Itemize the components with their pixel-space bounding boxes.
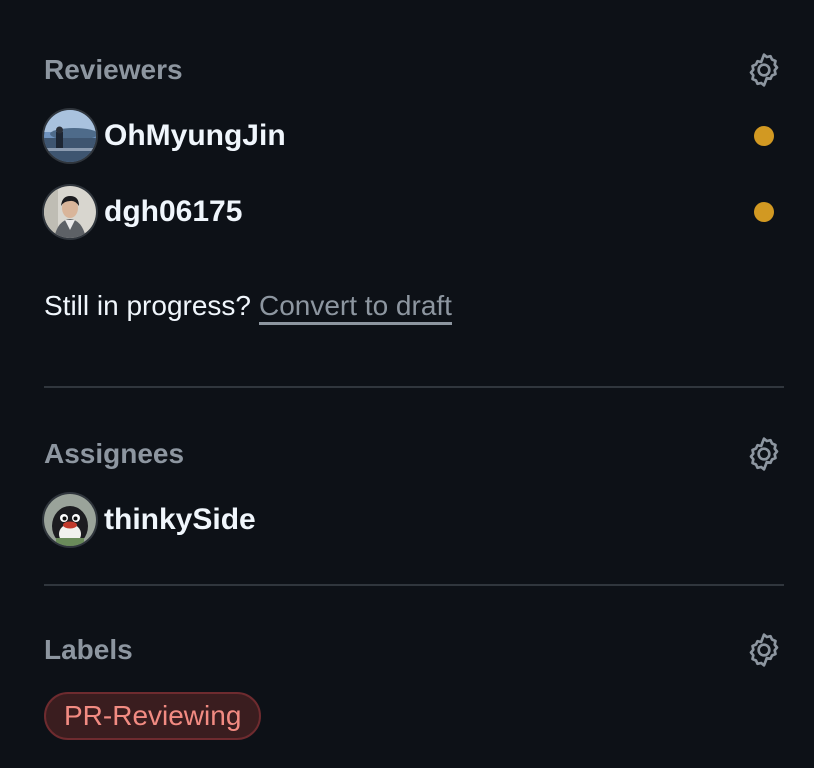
assignee-name[interactable]: thinkySide (104, 500, 256, 540)
convert-to-draft-link[interactable]: Convert to draft (258, 290, 452, 325)
draft-prompt-text: Still in progress? (44, 290, 251, 321)
label-pr-reviewing[interactable]: PR-Reviewing (44, 692, 262, 740)
labels-gear-icon[interactable] (744, 630, 784, 670)
assignee-row[interactable]: thinkySide (44, 493, 784, 547)
assignee-avatar (44, 494, 96, 546)
reviewer-row[interactable]: OhMyungJin (44, 109, 784, 163)
section-divider (44, 386, 784, 388)
pr-sidebar: Reviewers OhMyungJin dgh06175 Still in p… (44, 0, 784, 768)
reviewers-title: Reviewers (44, 54, 183, 85)
reviewer-avatar (44, 186, 96, 238)
review-pending-indicator (754, 202, 774, 222)
reviewers-gear-icon[interactable] (744, 50, 784, 90)
reviewer-row[interactable]: dgh06175 (44, 185, 784, 239)
assignees-header: Assignees (44, 434, 784, 474)
section-divider (44, 584, 784, 586)
review-pending-indicator (754, 126, 774, 146)
reviewer-avatar (44, 110, 96, 162)
labels-header: Labels (44, 630, 784, 670)
reviewers-header: Reviewers (44, 50, 784, 90)
labels-title: Labels (44, 634, 133, 665)
reviewer-name[interactable]: dgh06175 (104, 192, 242, 232)
assignees-gear-icon[interactable] (744, 434, 784, 474)
draft-prompt: Still in progress? Convert to draft (44, 284, 452, 328)
reviewer-name[interactable]: OhMyungJin (104, 116, 286, 156)
assignees-title: Assignees (44, 438, 185, 469)
